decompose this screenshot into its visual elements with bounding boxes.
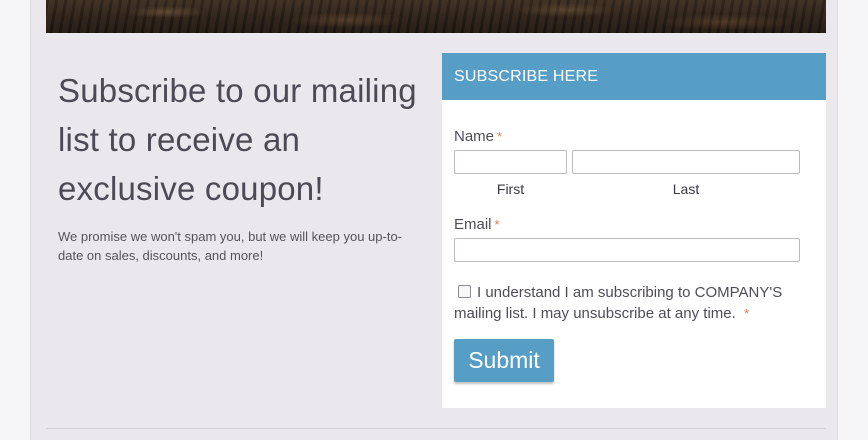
submit-button[interactable]: Submit	[454, 339, 554, 382]
divider	[46, 428, 826, 429]
page: Subscribe to our mailing list to receive…	[0, 0, 868, 440]
consent-checkbox[interactable]	[458, 285, 471, 299]
right-margin	[837, 0, 868, 440]
required-asterisk: *	[497, 129, 503, 144]
first-name-sublabel: First	[496, 181, 525, 197]
email-label-text: Email	[454, 216, 492, 233]
subscribe-form: SUBSCRIBE HERE Name * First Last Email * I…	[442, 53, 826, 408]
promise-text: We promise we won't spam you, but we wil…	[58, 229, 403, 263]
subscribe-headline: Subscribe to our mailing list to receive…	[58, 72, 417, 207]
last-name-sublabel: Last	[672, 181, 700, 197]
left-margin	[0, 0, 31, 440]
last-name-input[interactable]	[572, 150, 800, 174]
main-content: Subscribe to our mailing list to receive…	[31, 0, 837, 440]
email-label: Email *	[454, 216, 500, 233]
form-header: SUBSCRIBE HERE	[442, 53, 826, 100]
consent-text: I understand I am subscribing to COMPANY…	[454, 284, 783, 322]
consent-field: I understand I am subscribing to COMPANY…	[454, 282, 799, 324]
name-label: Name *	[454, 128, 502, 145]
first-name-input[interactable]	[454, 150, 567, 174]
required-asterisk: *	[743, 306, 750, 321]
name-label-text: Name	[454, 128, 495, 145]
hero-image	[46, 0, 826, 33]
email-input[interactable]	[454, 238, 800, 262]
required-asterisk: *	[494, 217, 500, 232]
